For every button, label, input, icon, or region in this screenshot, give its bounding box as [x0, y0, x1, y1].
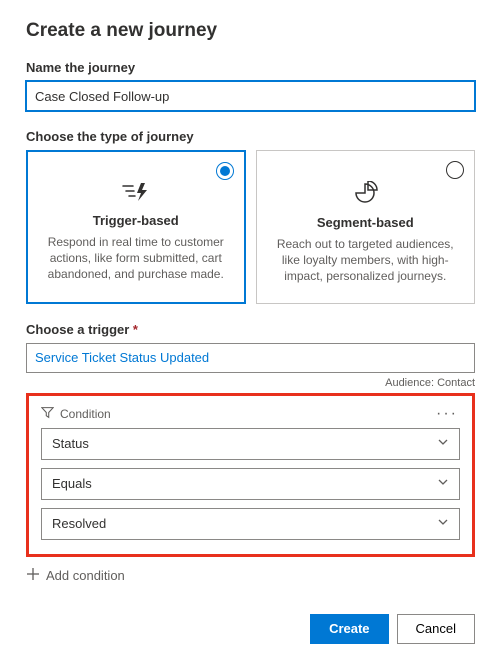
condition-heading: Condition	[60, 407, 111, 421]
add-condition-button[interactable]: Add condition	[26, 567, 475, 584]
type-card-trigger-desc: Respond in real time to customer actions…	[41, 234, 231, 283]
trigger-label: Choose a trigger *	[26, 322, 475, 337]
pie-icon	[271, 181, 461, 205]
chevron-down-icon	[437, 516, 449, 531]
radio-trigger[interactable]	[216, 162, 234, 180]
type-card-segment-title: Segment-based	[271, 215, 461, 230]
more-icon[interactable]: ···	[434, 410, 460, 418]
page-title: Create a new journey	[26, 20, 475, 42]
condition-field-select[interactable]: Status	[41, 428, 460, 460]
condition-operator-select[interactable]: Equals	[41, 468, 460, 500]
audience-text: Audience: Contact	[26, 377, 475, 389]
type-card-segment[interactable]: Segment-based Reach out to targeted audi…	[256, 150, 476, 304]
chevron-down-icon	[437, 476, 449, 491]
trigger-input[interactable]: Service Ticket Status Updated	[26, 343, 475, 373]
filter-icon	[41, 406, 54, 422]
journey-name-input[interactable]	[26, 81, 475, 111]
type-label: Choose the type of journey	[26, 129, 475, 144]
cancel-button[interactable]: Cancel	[397, 614, 475, 644]
chevron-down-icon	[437, 436, 449, 451]
type-card-trigger[interactable]: Trigger-based Respond in real time to cu…	[26, 150, 246, 304]
name-label: Name the journey	[26, 60, 475, 75]
create-button[interactable]: Create	[310, 614, 388, 644]
type-card-trigger-title: Trigger-based	[41, 213, 231, 228]
bolt-icon	[41, 181, 231, 203]
condition-value-select[interactable]: Resolved	[41, 508, 460, 540]
radio-segment[interactable]	[446, 161, 464, 179]
plus-icon	[26, 567, 40, 584]
condition-panel: Condition ··· Status Equals Resolved	[26, 393, 475, 557]
type-card-segment-desc: Reach out to targeted audiences, like lo…	[271, 236, 461, 285]
